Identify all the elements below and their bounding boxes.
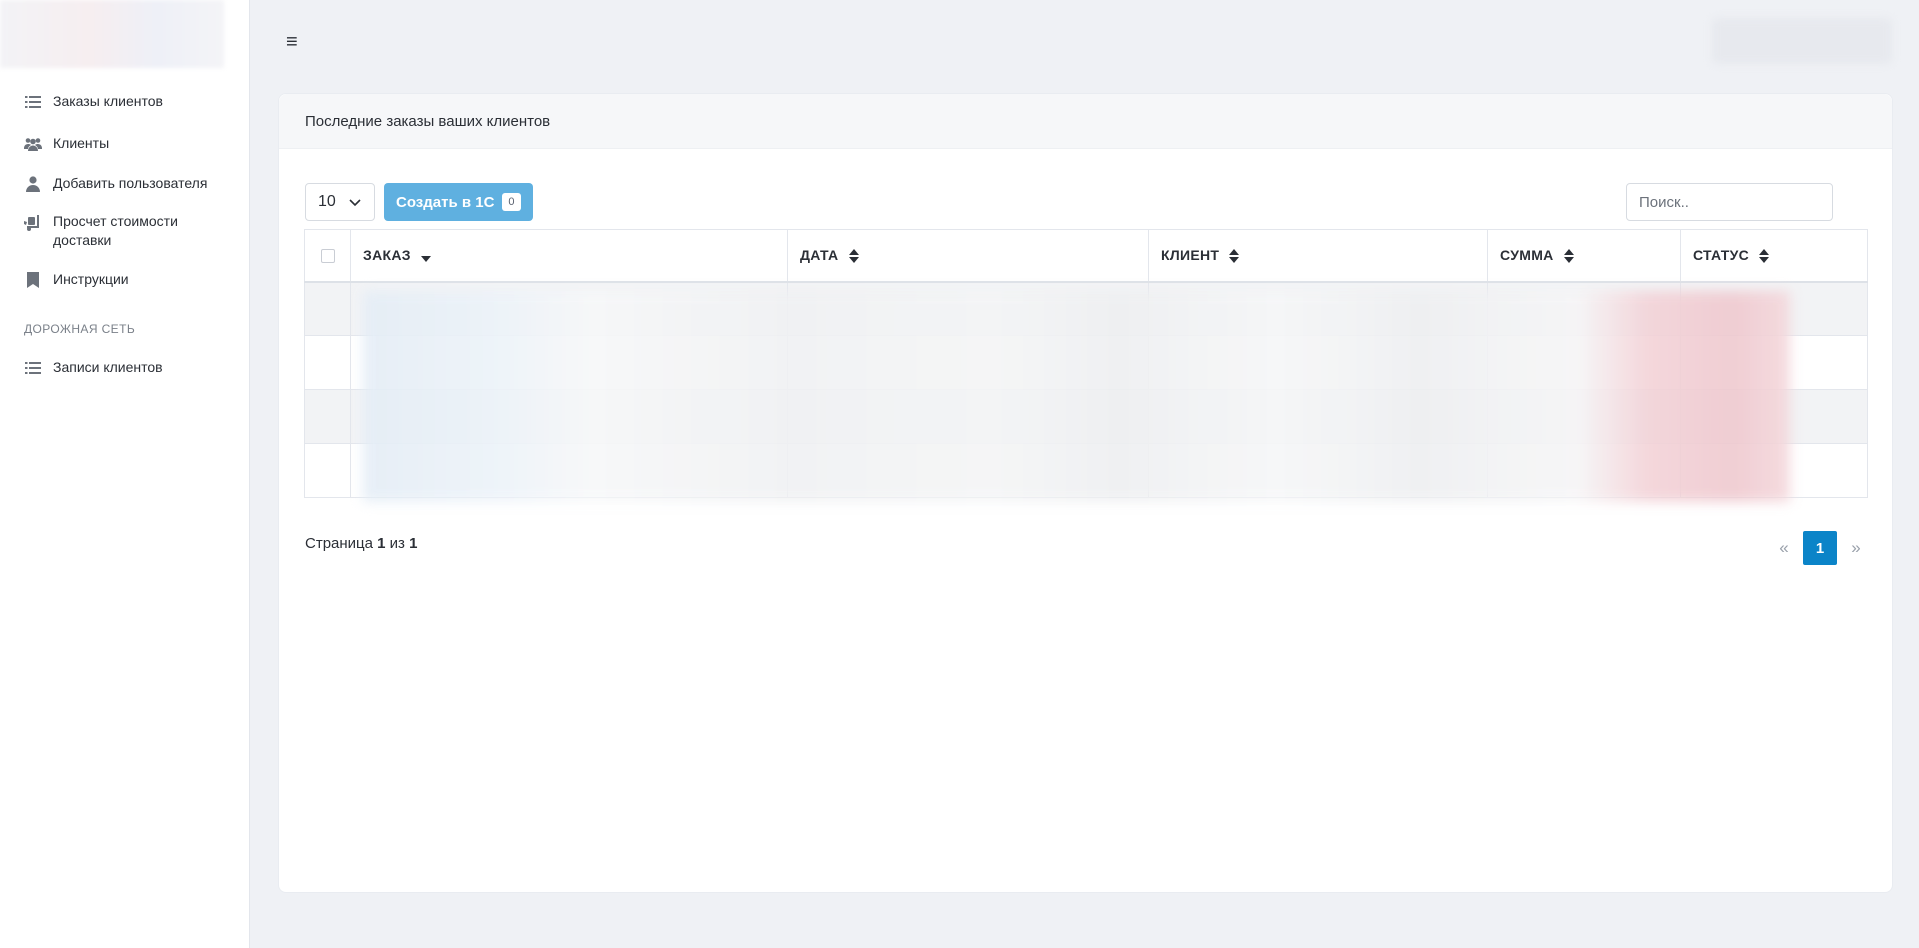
sort-desc-icon xyxy=(421,255,432,262)
sidebar-item-clients[interactable]: Клиенты xyxy=(0,134,250,174)
column-header-amount[interactable]: СУММА xyxy=(1487,229,1681,283)
user-menu[interactable] xyxy=(1712,18,1892,64)
page-1-button[interactable]: 1 xyxy=(1803,531,1837,565)
sort-icon xyxy=(1563,249,1574,264)
column-label: СТАТУС xyxy=(1693,247,1750,264)
sidebar-item-label: Заказы клиентов xyxy=(53,93,163,109)
sidebar-item-client-records[interactable]: Записи клиентов xyxy=(0,358,250,398)
orders-table: ЗАКАЗ ДАТА КЛИЕНТ СУММА СТАТУС xyxy=(304,229,1868,502)
row-select-cell[interactable] xyxy=(304,389,351,444)
column-label: КЛИЕНТ xyxy=(1161,247,1220,264)
create-count-badge: 0 xyxy=(502,193,521,211)
sidebar-item-client-orders[interactable]: Заказы клиентов xyxy=(0,92,250,134)
create-in-1c-button[interactable]: Создать в 1С 0 xyxy=(384,183,533,221)
column-header-order[interactable]: ЗАКАЗ xyxy=(350,229,788,283)
sidebar-item-delivery-cost[interactable]: Просчет стоимости доставки xyxy=(0,212,250,270)
total-pages-number: 1 xyxy=(409,535,418,552)
users-icon xyxy=(24,135,42,153)
select-all-cell xyxy=(304,229,351,283)
sidebar-item-label: Клиенты xyxy=(53,135,110,151)
sidebar-item-add-user[interactable]: Добавить пользователя xyxy=(0,174,250,212)
column-label: ДАТА xyxy=(800,247,839,264)
select-all-checkbox[interactable] xyxy=(320,249,335,264)
search-input[interactable] xyxy=(1626,183,1833,221)
row-select-cell[interactable] xyxy=(304,335,351,390)
pagination-info: Страница 1 из 1 xyxy=(305,535,417,552)
row-select-cell[interactable] xyxy=(304,443,351,498)
sort-icon xyxy=(1759,249,1770,264)
next-page-button[interactable]: » xyxy=(1843,538,1869,558)
column-header-client[interactable]: КЛИЕНТ xyxy=(1148,229,1488,283)
orders-card: Последние заказы ваших клиентов 10 Созда… xyxy=(278,93,1893,893)
dolly-icon xyxy=(24,214,42,232)
current-page-number: 1 xyxy=(377,535,386,552)
sidebar-item-label: Просчет стоимости доставки xyxy=(53,213,178,248)
menu-toggle-icon[interactable]: ≡ xyxy=(286,30,306,54)
prev-page-button[interactable]: « xyxy=(1771,538,1797,558)
row-select-cell[interactable] xyxy=(304,281,351,336)
sidebar-item-label: Записи клиентов xyxy=(53,359,163,375)
card-title: Последние заказы ваших клиентов xyxy=(279,94,1892,149)
page-length-select[interactable]: 10 xyxy=(305,183,375,221)
of-word: из xyxy=(389,535,405,552)
sidebar-item-label: Инструкции xyxy=(53,271,129,287)
sort-icon xyxy=(848,249,859,264)
pagination: « 1 » xyxy=(1771,531,1869,565)
sidebar-item-label: Добавить пользователя xyxy=(53,175,208,191)
list-icon xyxy=(24,359,42,377)
page-length-value: 10 xyxy=(318,193,336,210)
column-header-status[interactable]: СТАТУС xyxy=(1680,229,1868,283)
create-button-label: Создать в 1С xyxy=(396,193,495,211)
column-label: СУММА xyxy=(1500,247,1554,264)
sort-icon xyxy=(1229,249,1240,264)
redacted-row-content xyxy=(363,291,1790,502)
page-prefix: Страница xyxy=(305,535,373,552)
user-icon xyxy=(24,175,42,193)
sidebar-section-title: ДОРОЖНАЯ СЕТЬ xyxy=(24,322,136,336)
chevron-down-icon xyxy=(349,199,361,207)
brand-logo[interactable] xyxy=(0,0,224,68)
bookmark-icon xyxy=(24,271,42,289)
sidebar-nav: Заказы клиентов Клиенты Добавить пользов… xyxy=(0,92,250,398)
table-controls: 10 Создать в 1С 0 xyxy=(305,183,533,221)
table-header-row: ЗАКАЗ ДАТА КЛИЕНТ СУММА СТАТУС xyxy=(304,229,1868,283)
list-icon xyxy=(24,93,42,111)
column-label: ЗАКАЗ xyxy=(363,247,411,264)
column-header-date[interactable]: ДАТА xyxy=(787,229,1149,283)
sidebar-item-instructions[interactable]: Инструкции xyxy=(0,270,250,322)
sidebar: Заказы клиентов Клиенты Добавить пользов… xyxy=(0,0,250,948)
